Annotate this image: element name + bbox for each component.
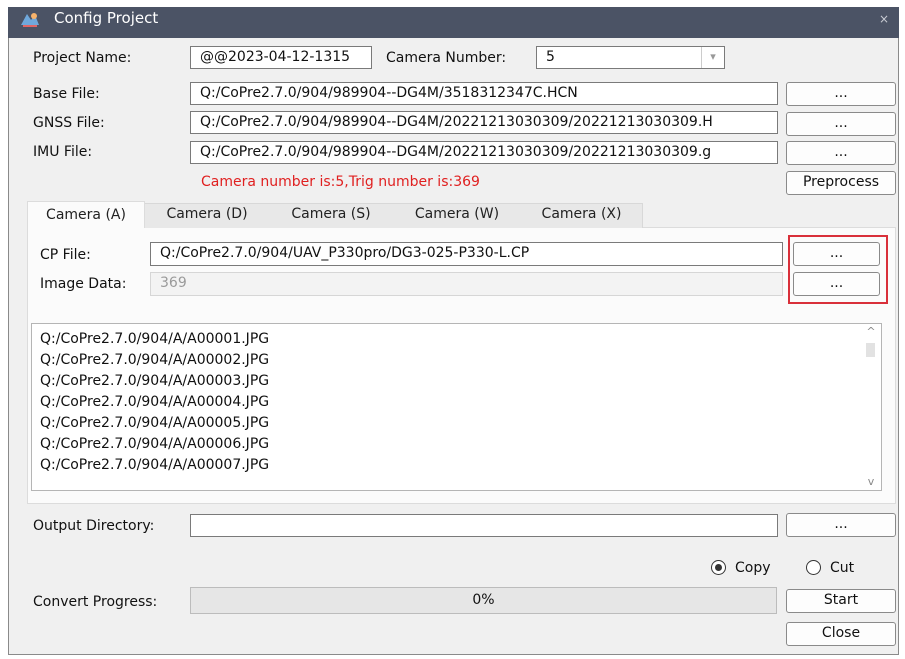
output-directory-browse-button[interactable]: ... — [786, 513, 896, 537]
output-directory-input[interactable] — [190, 514, 778, 537]
scroll-down-icon[interactable]: v — [862, 475, 880, 489]
camera-number-label: Camera Number: — [386, 50, 507, 66]
status-message: Camera number is:5,Trig number is:369 — [201, 174, 480, 190]
progress-percent: 0% — [472, 592, 495, 608]
project-name-input[interactable]: @@2023-04-12-1315 — [190, 46, 372, 69]
tab-camera-a[interactable]: Camera (A) — [27, 201, 145, 228]
image-data-browse-button[interactable]: ... — [793, 272, 880, 296]
cp-file-browse-button[interactable]: ... — [793, 242, 880, 266]
list-item[interactable]: Q:/CoPre2.7.0/904/A/A00003.JPG — [40, 371, 269, 391]
image-data-count: 369 — [150, 272, 783, 296]
tab-camera-d[interactable]: Camera (D) — [152, 201, 262, 228]
image-data-label: Image Data: — [40, 276, 127, 292]
scroll-up-icon[interactable]: ^ — [862, 325, 880, 339]
base-file-browse-button[interactable]: ... — [786, 82, 896, 106]
window-title: Config Project — [54, 9, 159, 27]
preprocess-button[interactable]: Preprocess — [786, 171, 896, 195]
camera-number-select[interactable]: 5 ▾ — [536, 46, 725, 69]
list-scrollbar[interactable]: ^ v — [862, 325, 880, 489]
chevron-down-icon: ▾ — [701, 47, 724, 68]
project-name-label: Project Name: — [33, 50, 132, 66]
list-item[interactable]: Q:/CoPre2.7.0/904/A/A00004.JPG — [40, 392, 269, 412]
output-directory-label: Output Directory: — [33, 518, 155, 534]
convert-progress-label: Convert Progress: — [33, 594, 158, 610]
scroll-thumb[interactable] — [866, 343, 875, 357]
image-file-list[interactable]: Q:/CoPre2.7.0/904/A/A00001.JPG Q:/CoPre2… — [31, 323, 882, 491]
list-item[interactable]: Q:/CoPre2.7.0/904/A/A00002.JPG — [40, 350, 269, 370]
tab-camera-s[interactable]: Camera (S) — [276, 201, 386, 228]
imu-file-label: IMU File: — [33, 144, 93, 160]
cp-file-label: CP File: — [40, 247, 91, 263]
camera-number-value: 5 — [546, 49, 555, 65]
convert-progress-bar: 0% — [190, 587, 777, 614]
cut-radio[interactable] — [806, 560, 821, 575]
imu-file-input[interactable]: Q:/CoPre2.7.0/904/989904--DG4M/202212130… — [190, 141, 778, 164]
base-file-label: Base File: — [33, 86, 100, 102]
cp-file-input[interactable]: Q:/CoPre2.7.0/904/UAV_P330pro/DG3-025-P3… — [150, 242, 783, 266]
gnss-file-label: GNSS File: — [33, 115, 105, 131]
tab-camera-x[interactable]: Camera (X) — [525, 201, 638, 228]
close-icon[interactable]: × — [879, 12, 889, 26]
base-file-input[interactable]: Q:/CoPre2.7.0/904/989904--DG4M/351831234… — [190, 82, 778, 105]
gnss-file-input[interactable]: Q:/CoPre2.7.0/904/989904--DG4M/202212130… — [190, 111, 778, 134]
list-item[interactable]: Q:/CoPre2.7.0/904/A/A00006.JPG — [40, 434, 269, 454]
start-button[interactable]: Start — [786, 589, 896, 613]
app-logo-icon — [21, 13, 39, 27]
close-button[interactable]: Close — [786, 622, 896, 646]
gnss-file-browse-button[interactable]: ... — [786, 112, 896, 136]
list-item[interactable]: Q:/CoPre2.7.0/904/A/A00005.JPG — [40, 413, 269, 433]
copy-radio[interactable] — [711, 560, 726, 575]
tab-camera-w[interactable]: Camera (W) — [397, 201, 517, 228]
list-item[interactable]: Q:/CoPre2.7.0/904/A/A00007.JPG — [40, 455, 269, 475]
radio-selected-dot — [715, 564, 722, 571]
cut-label: Cut — [830, 560, 855, 576]
list-item[interactable]: Q:/CoPre2.7.0/904/A/A00001.JPG — [40, 329, 269, 349]
imu-file-browse-button[interactable]: ... — [786, 141, 896, 165]
copy-label: Copy — [735, 560, 771, 576]
